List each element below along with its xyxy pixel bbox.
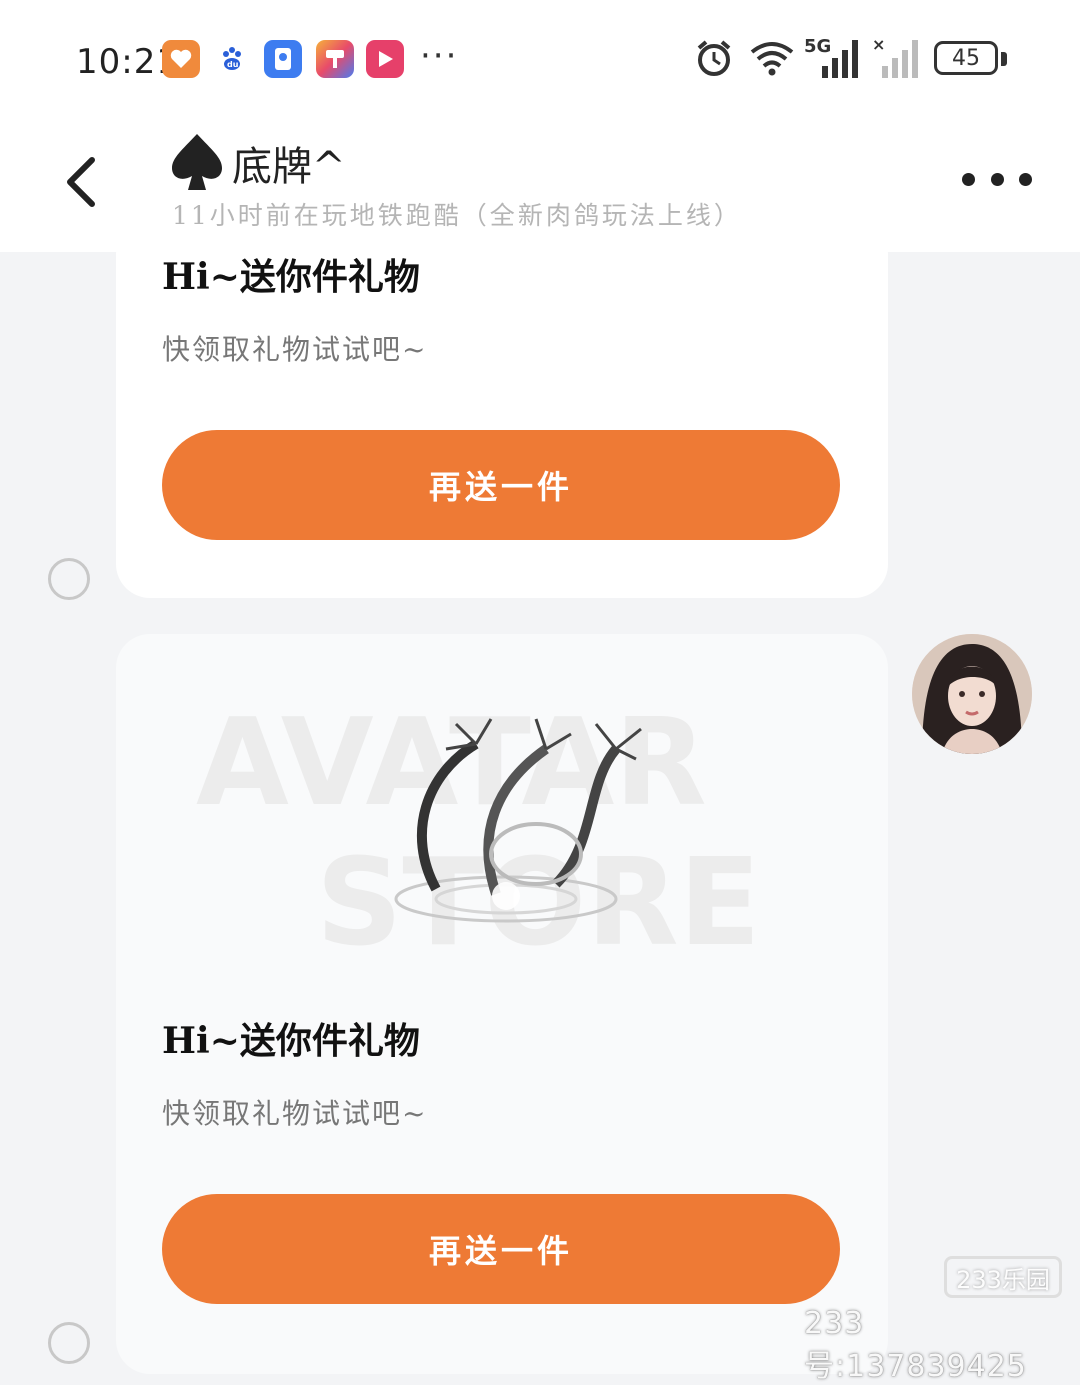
gift-message-card: Hi~送你件礼物 快领取礼物试试吧~ 再送一件 — [116, 220, 888, 598]
spade-icon — [170, 130, 224, 194]
avatar[interactable] — [912, 634, 1032, 754]
battery-tip — [1001, 52, 1007, 66]
chat-status: 11小时前在玩地铁跑酷（全新肉鸽玩法上线） — [172, 201, 742, 230]
select-message-radio[interactable] — [48, 1322, 90, 1364]
image-watermark-line2: STORE — [316, 834, 761, 973]
baidu-paw-icon: du — [214, 40, 252, 78]
chat-header: 底牌^ 11小时前在玩地铁跑酷（全新肉鸽玩法上线） — [0, 120, 1080, 252]
send-another-button[interactable]: 再送一件 — [162, 430, 840, 540]
svg-text:du: du — [227, 60, 239, 69]
more-options-button[interactable] — [962, 160, 1032, 198]
more-dots-icon — [990, 172, 1004, 186]
gift-subtitle: 快领取礼物试试吧~ — [162, 333, 428, 366]
signal-5g-icon: 5G — [804, 36, 864, 84]
alarm-icon — [694, 38, 734, 82]
signal-no-sim-icon: × — [872, 35, 922, 84]
gift-message-card: AVATAR STORE Hi~送你件礼物 快领取礼物试试吧~ 再送一件 — [116, 634, 888, 1374]
heart-app-icon — [162, 40, 200, 78]
more-dots-icon — [1019, 172, 1032, 186]
wifi-icon — [748, 38, 796, 82]
select-message-radio[interactable] — [48, 558, 90, 600]
gift-title: Hi~送你件礼物 — [162, 1020, 420, 1062]
more-dots-icon — [962, 172, 975, 186]
gift-subtitle: 快领取礼物试试吧~ — [162, 1097, 428, 1130]
chevron-left-icon — [67, 157, 95, 207]
video-play-icon — [366, 40, 404, 78]
paint-app-icon — [316, 40, 354, 78]
send-another-button[interactable]: 再送一件 — [162, 1194, 840, 1304]
gift-image[interactable]: AVATAR STORE — [176, 674, 836, 974]
svg-text:5G: 5G — [804, 36, 831, 57]
svg-text:×: × — [872, 36, 885, 54]
watermark-badge: 233乐园 — [944, 1256, 1062, 1298]
more-notifications-icon: ··· — [420, 36, 459, 76]
status-bar: 10:21 du ··· 5G × 45 — [0, 0, 1080, 120]
gift-title: Hi~送你件礼物 — [162, 256, 420, 298]
battery-icon: 45 — [934, 41, 998, 75]
idea-app-icon — [264, 40, 302, 78]
back-button[interactable] — [56, 150, 110, 210]
watermark-text: 233号:137839425 — [804, 1306, 1027, 1384]
chat-title: 底牌^ — [232, 144, 346, 190]
